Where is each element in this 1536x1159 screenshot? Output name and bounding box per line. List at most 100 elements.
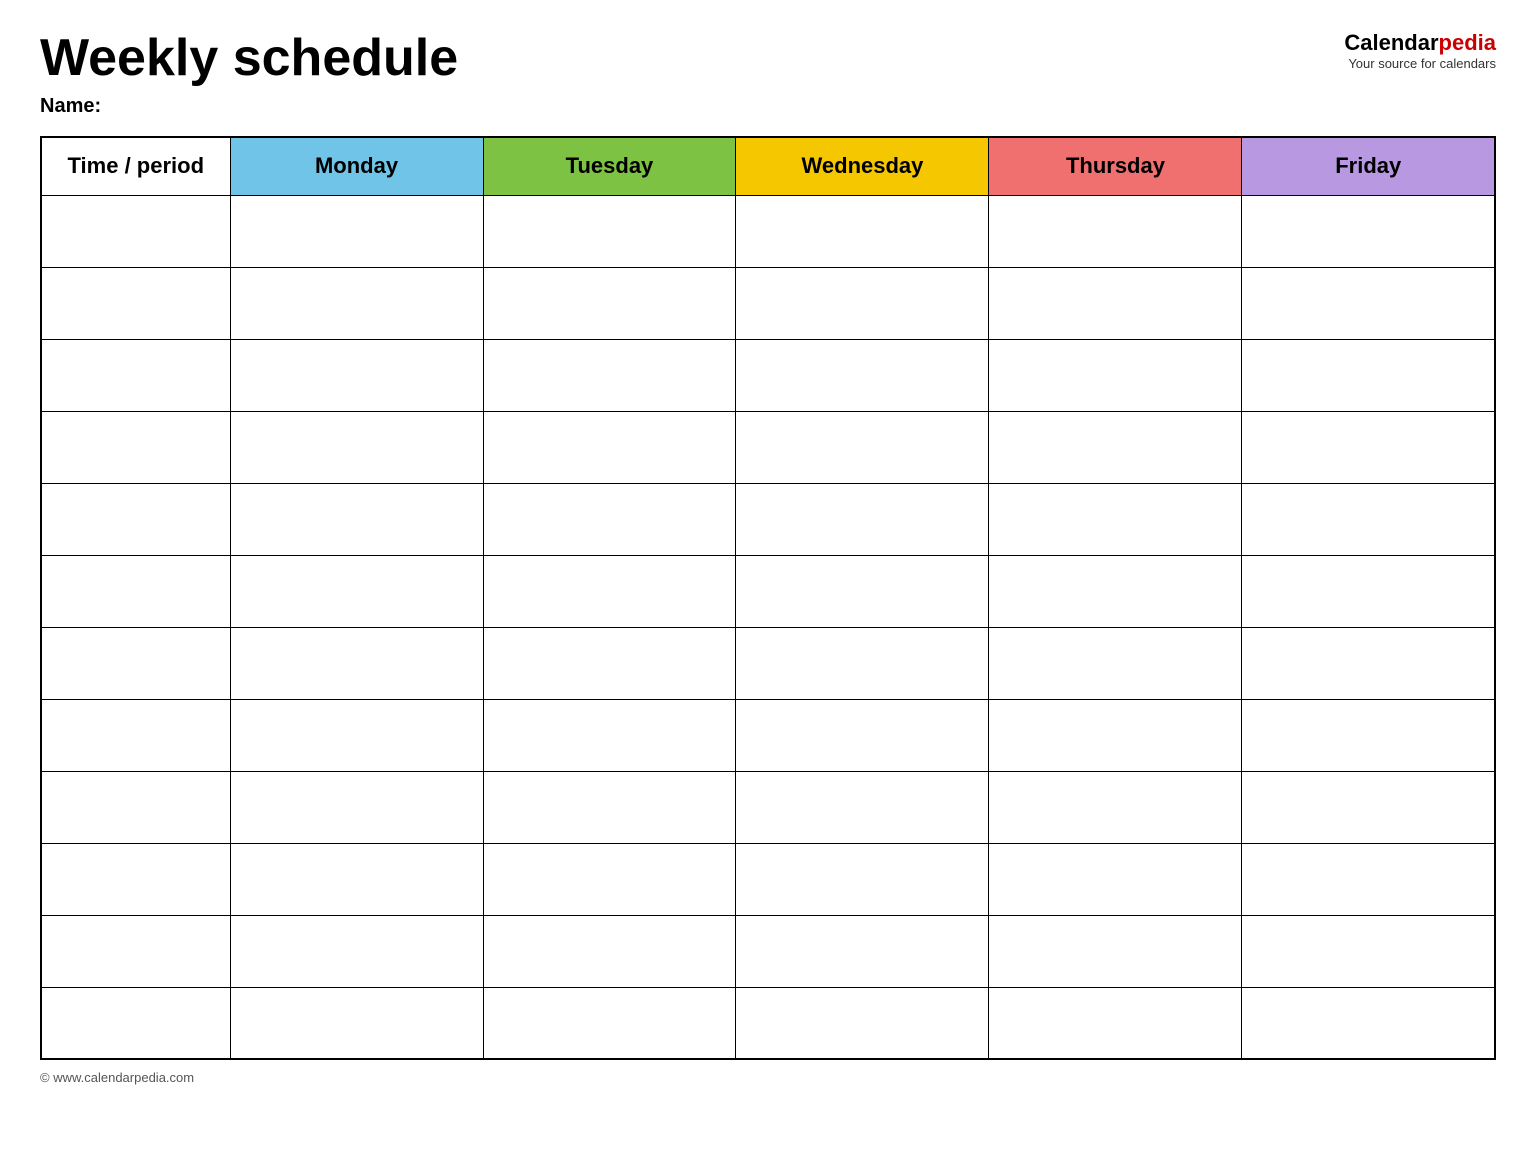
time-cell[interactable]	[41, 771, 230, 843]
schedule-cell[interactable]	[230, 627, 483, 699]
schedule-cell[interactable]	[989, 627, 1242, 699]
schedule-cell[interactable]	[1242, 699, 1495, 771]
schedule-cell[interactable]	[736, 411, 989, 483]
table-row[interactable]	[41, 267, 1495, 339]
schedule-cell[interactable]	[230, 411, 483, 483]
time-cell[interactable]	[41, 843, 230, 915]
logo-brand-text: Calendar	[1344, 30, 1438, 55]
schedule-cell[interactable]	[483, 195, 736, 267]
schedule-cell[interactable]	[736, 267, 989, 339]
schedule-cell[interactable]	[230, 843, 483, 915]
schedule-cell[interactable]	[230, 555, 483, 627]
schedule-cell[interactable]	[483, 843, 736, 915]
col-header-time: Time / period	[41, 137, 230, 195]
schedule-cell[interactable]	[736, 915, 989, 987]
schedule-cell[interactable]	[989, 915, 1242, 987]
time-cell[interactable]	[41, 483, 230, 555]
schedule-cell[interactable]	[989, 483, 1242, 555]
schedule-cell[interactable]	[1242, 555, 1495, 627]
table-row[interactable]	[41, 699, 1495, 771]
schedule-cell[interactable]	[736, 843, 989, 915]
schedule-cell[interactable]	[736, 555, 989, 627]
time-cell[interactable]	[41, 699, 230, 771]
schedule-table: Time / period Monday Tuesday Wednesday T…	[40, 136, 1496, 1060]
logo-brand: Calendarpedia	[1344, 30, 1496, 56]
table-row[interactable]	[41, 483, 1495, 555]
schedule-cell[interactable]	[736, 339, 989, 411]
col-header-thursday: Thursday	[989, 137, 1242, 195]
table-header: Time / period Monday Tuesday Wednesday T…	[41, 137, 1495, 195]
schedule-cell[interactable]	[1242, 771, 1495, 843]
logo-brand-accent: pedia	[1439, 30, 1496, 55]
schedule-cell[interactable]	[1242, 627, 1495, 699]
logo-section: Calendarpedia Your source for calendars	[1344, 30, 1496, 71]
schedule-cell[interactable]	[1242, 411, 1495, 483]
schedule-cell[interactable]	[230, 483, 483, 555]
schedule-body	[41, 195, 1495, 1059]
schedule-cell[interactable]	[230, 699, 483, 771]
schedule-cell[interactable]	[1242, 339, 1495, 411]
schedule-cell[interactable]	[989, 339, 1242, 411]
schedule-cell[interactable]	[989, 699, 1242, 771]
schedule-cell[interactable]	[483, 483, 736, 555]
time-cell[interactable]	[41, 339, 230, 411]
title-section: Weekly schedule Name:	[40, 30, 458, 118]
table-row[interactable]	[41, 555, 1495, 627]
table-row[interactable]	[41, 627, 1495, 699]
time-cell[interactable]	[41, 267, 230, 339]
schedule-cell[interactable]	[989, 267, 1242, 339]
schedule-cell[interactable]	[483, 267, 736, 339]
header-row: Time / period Monday Tuesday Wednesday T…	[41, 137, 1495, 195]
schedule-cell[interactable]	[483, 555, 736, 627]
schedule-cell[interactable]	[736, 195, 989, 267]
time-cell[interactable]	[41, 195, 230, 267]
time-cell[interactable]	[41, 987, 230, 1059]
schedule-cell[interactable]	[483, 339, 736, 411]
schedule-cell[interactable]	[230, 771, 483, 843]
schedule-cell[interactable]	[483, 699, 736, 771]
logo-tagline: Your source for calendars	[1348, 56, 1496, 71]
header-area: Weekly schedule Name: Calendarpedia Your…	[40, 30, 1496, 118]
schedule-cell[interactable]	[230, 915, 483, 987]
schedule-cell[interactable]	[230, 339, 483, 411]
schedule-cell[interactable]	[736, 627, 989, 699]
schedule-cell[interactable]	[1242, 843, 1495, 915]
time-cell[interactable]	[41, 555, 230, 627]
schedule-cell[interactable]	[989, 555, 1242, 627]
schedule-cell[interactable]	[736, 483, 989, 555]
schedule-cell[interactable]	[736, 771, 989, 843]
col-header-friday: Friday	[1242, 137, 1495, 195]
schedule-cell[interactable]	[483, 915, 736, 987]
time-cell[interactable]	[41, 411, 230, 483]
table-row[interactable]	[41, 915, 1495, 987]
schedule-cell[interactable]	[483, 771, 736, 843]
schedule-cell[interactable]	[483, 627, 736, 699]
page-title: Weekly schedule	[40, 30, 458, 87]
schedule-cell[interactable]	[989, 411, 1242, 483]
schedule-cell[interactable]	[989, 771, 1242, 843]
schedule-cell[interactable]	[989, 843, 1242, 915]
col-header-monday: Monday	[230, 137, 483, 195]
time-cell[interactable]	[41, 627, 230, 699]
schedule-cell[interactable]	[736, 699, 989, 771]
schedule-cell[interactable]	[1242, 267, 1495, 339]
schedule-cell[interactable]	[230, 267, 483, 339]
schedule-cell[interactable]	[1242, 987, 1495, 1059]
table-row[interactable]	[41, 843, 1495, 915]
schedule-cell[interactable]	[989, 987, 1242, 1059]
table-row[interactable]	[41, 987, 1495, 1059]
schedule-cell[interactable]	[230, 195, 483, 267]
schedule-cell[interactable]	[483, 987, 736, 1059]
schedule-cell[interactable]	[736, 987, 989, 1059]
schedule-cell[interactable]	[989, 195, 1242, 267]
table-row[interactable]	[41, 411, 1495, 483]
schedule-cell[interactable]	[483, 411, 736, 483]
table-row[interactable]	[41, 339, 1495, 411]
schedule-cell[interactable]	[1242, 483, 1495, 555]
table-row[interactable]	[41, 195, 1495, 267]
schedule-cell[interactable]	[1242, 195, 1495, 267]
schedule-cell[interactable]	[230, 987, 483, 1059]
table-row[interactable]	[41, 771, 1495, 843]
schedule-cell[interactable]	[1242, 915, 1495, 987]
time-cell[interactable]	[41, 915, 230, 987]
